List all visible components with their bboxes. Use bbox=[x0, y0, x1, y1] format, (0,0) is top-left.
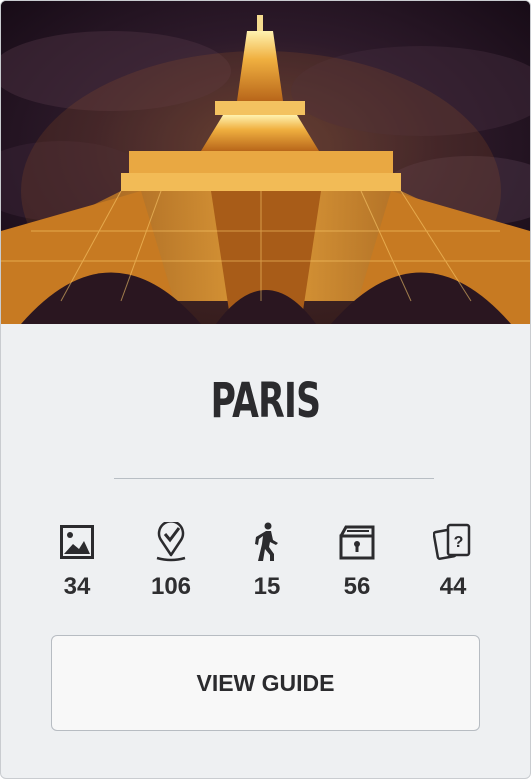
divider bbox=[114, 478, 434, 479]
stat-places: 106 bbox=[126, 521, 216, 601]
stat-value: 15 bbox=[253, 573, 281, 600]
page-title: PARIS bbox=[210, 373, 321, 429]
stat-photos: 34 bbox=[32, 521, 122, 601]
stat-quiz: ? 44 bbox=[408, 521, 498, 601]
hero-image-eiffel-tower bbox=[1, 1, 530, 324]
question-cards-icon: ? bbox=[408, 521, 498, 563]
view-guide-button[interactable]: VIEW GUIDE bbox=[51, 635, 480, 731]
walking-person-icon bbox=[222, 521, 312, 563]
photo-icon bbox=[32, 521, 122, 563]
locked-chest-icon bbox=[312, 521, 402, 563]
stat-value: 106 bbox=[150, 573, 192, 600]
map-pin-check-icon bbox=[126, 521, 216, 563]
stat-walks: 15 bbox=[222, 521, 312, 601]
stat-secrets: 56 bbox=[312, 521, 402, 601]
svg-text:?: ? bbox=[454, 534, 464, 551]
city-guide-card: PARIS 34 106 15 56 ? 44 VIEW GUIDE bbox=[0, 0, 531, 779]
stat-value: 44 bbox=[439, 573, 467, 600]
stat-value: 34 bbox=[63, 573, 91, 600]
stat-value: 56 bbox=[343, 573, 371, 600]
